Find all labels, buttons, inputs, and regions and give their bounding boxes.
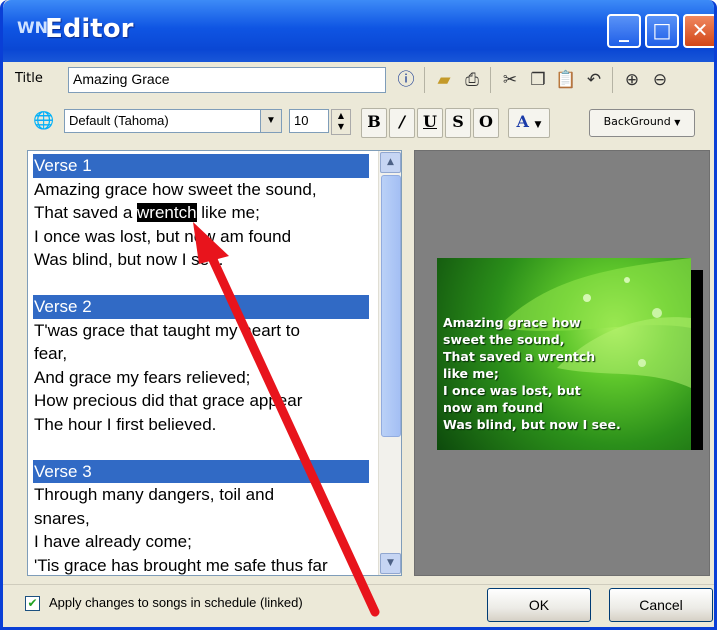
slide-line: like me; — [443, 366, 499, 381]
toolbar-separator — [424, 67, 425, 93]
minimize-button[interactable]: _ — [607, 14, 641, 48]
ok-button[interactable]: OK — [487, 588, 591, 622]
slide-preview: Amazing grace how sweet the sound, That … — [437, 258, 691, 450]
font-color-button[interactable]: A ▼ — [508, 108, 550, 138]
lyric-line: Through many dangers, toil and — [34, 485, 275, 504]
lyric-line: fear, — [34, 344, 68, 363]
zoom-in-icon[interactable]: ⊕ — [619, 67, 645, 93]
verse-heading: Verse 1 — [33, 154, 369, 178]
lyric-segment: like me; — [201, 203, 260, 222]
title-toolbar: Title Amazing Grace ⓘ ▰ ⎙ ✂ ❐ 📋 ↶ ⊕ ⊖ — [11, 65, 714, 101]
title-label: Title — [15, 71, 43, 86]
lyric-line: T'was grace that taught my heart to — [34, 320, 300, 340]
font-value: Default (Tahoma) — [69, 113, 169, 128]
lyric-line: I once was lost, but now am found — [34, 226, 292, 246]
font-size-input[interactable]: 10 — [289, 109, 329, 133]
lyric-segment: That saved a — [34, 203, 133, 222]
close-icon: ✕ — [691, 18, 709, 42]
verse-heading: Verse 3 — [33, 459, 369, 483]
toolbar-separator — [612, 67, 613, 93]
cut-icon[interactable]: ✂ — [497, 67, 523, 93]
lyric-line: 'Tis grace has brought me safe thus far — [34, 555, 328, 575]
spin-down-icon[interactable]: ▼ — [332, 121, 350, 132]
apply-changes-checkbox[interactable]: ✔ — [25, 596, 40, 611]
slide-line: I once was lost, but — [443, 383, 581, 398]
slide-lyrics: Amazing grace how sweet the sound, That … — [443, 314, 683, 433]
lyric-line: snares, — [34, 508, 90, 528]
font-select[interactable]: Default (Tahoma) ▼ — [64, 109, 282, 133]
slide-line: now am found — [443, 400, 543, 415]
underline-button[interactable]: U — [417, 108, 443, 138]
window-title: Editor — [45, 14, 134, 44]
info-icon[interactable]: ⓘ — [393, 67, 419, 93]
apply-changes-label[interactable]: Apply changes to songs in schedule (link… — [49, 595, 303, 610]
scroll-up-icon[interactable]: ▲ — [380, 152, 401, 173]
scroll-down-icon[interactable]: ▼ — [380, 553, 401, 574]
title-bar[interactable]: WN Editor _ □ ✕ — [3, 0, 714, 62]
title-input[interactable]: Amazing Grace — [68, 67, 386, 93]
editor-scrollbar[interactable]: ▲ ▼ — [378, 151, 401, 575]
font-color-label: A — [516, 112, 529, 131]
copy-icon[interactable]: ❐ — [525, 67, 551, 93]
minimize-icon: _ — [619, 18, 629, 42]
maximize-icon: □ — [652, 18, 672, 42]
background-button[interactable]: BackGround ▼ — [589, 109, 695, 137]
open-folder-icon[interactable]: ▰ — [431, 67, 457, 93]
cancel-button[interactable]: Cancel — [609, 588, 713, 622]
chevron-down-icon: ▼ — [534, 120, 542, 130]
outline-button[interactable]: O — [473, 108, 499, 138]
lyric-line: How precious did that grace appear — [34, 391, 303, 410]
scroll-thumb[interactable] — [381, 175, 401, 437]
italic-button[interactable]: / — [389, 108, 415, 138]
bold-button[interactable]: B — [361, 108, 387, 138]
lyric-line: Was blind, but now I see. — [34, 250, 224, 269]
slide-line: sweet the sound, — [443, 332, 565, 347]
spin-up-icon[interactable]: ▲ — [332, 110, 350, 121]
lyric-line: And grace my fears relieved; — [34, 367, 251, 387]
font-toolbar: 🌐 Default (Tahoma) ▼ 10 ▲ ▼ B / U S O A ▼… — [11, 104, 714, 144]
globe-icon[interactable]: 🌐 — [31, 108, 57, 134]
strike-button[interactable]: S — [445, 108, 471, 138]
app-icon: WN — [17, 18, 49, 37]
toolbar-separator — [490, 67, 491, 93]
background-label: BackGround — [603, 115, 671, 128]
paste-icon[interactable]: 📋 — [553, 67, 579, 93]
lyric-line: I have already come; — [34, 532, 192, 551]
editor-window: WN Editor _ □ ✕ Title Amazing Grace ⓘ ▰ … — [0, 0, 717, 630]
print-icon[interactable]: ⎙ — [459, 67, 485, 93]
maximize-button[interactable]: □ — [645, 14, 679, 48]
lyric-line: Amazing grace how sweet the sound, — [34, 179, 317, 199]
lyrics-text[interactable]: Verse 1 Amazing grace how sweet the soun… — [33, 154, 374, 575]
chevron-down-icon: ▼ — [674, 118, 681, 127]
lyric-line: That saved a wrentch like me; — [34, 201, 374, 225]
lyrics-editor[interactable]: Verse 1 Amazing grace how sweet the soun… — [27, 150, 402, 576]
zoom-out-icon[interactable]: ⊖ — [647, 67, 673, 93]
slide-line: Was blind, but now I see. — [443, 417, 621, 432]
undo-icon[interactable]: ↶ — [581, 67, 607, 93]
slide-line: Amazing grace how — [443, 315, 581, 330]
chevron-down-icon[interactable]: ▼ — [260, 110, 281, 132]
lyric-line: The hour I first believed. — [34, 414, 217, 434]
slide-line: That saved a wrentch — [443, 349, 596, 364]
selected-text[interactable]: wrentch — [137, 203, 197, 222]
verse-heading: Verse 2 — [33, 295, 369, 319]
close-button[interactable]: ✕ — [683, 14, 714, 48]
font-size-spinner[interactable]: ▲ ▼ — [331, 109, 351, 135]
